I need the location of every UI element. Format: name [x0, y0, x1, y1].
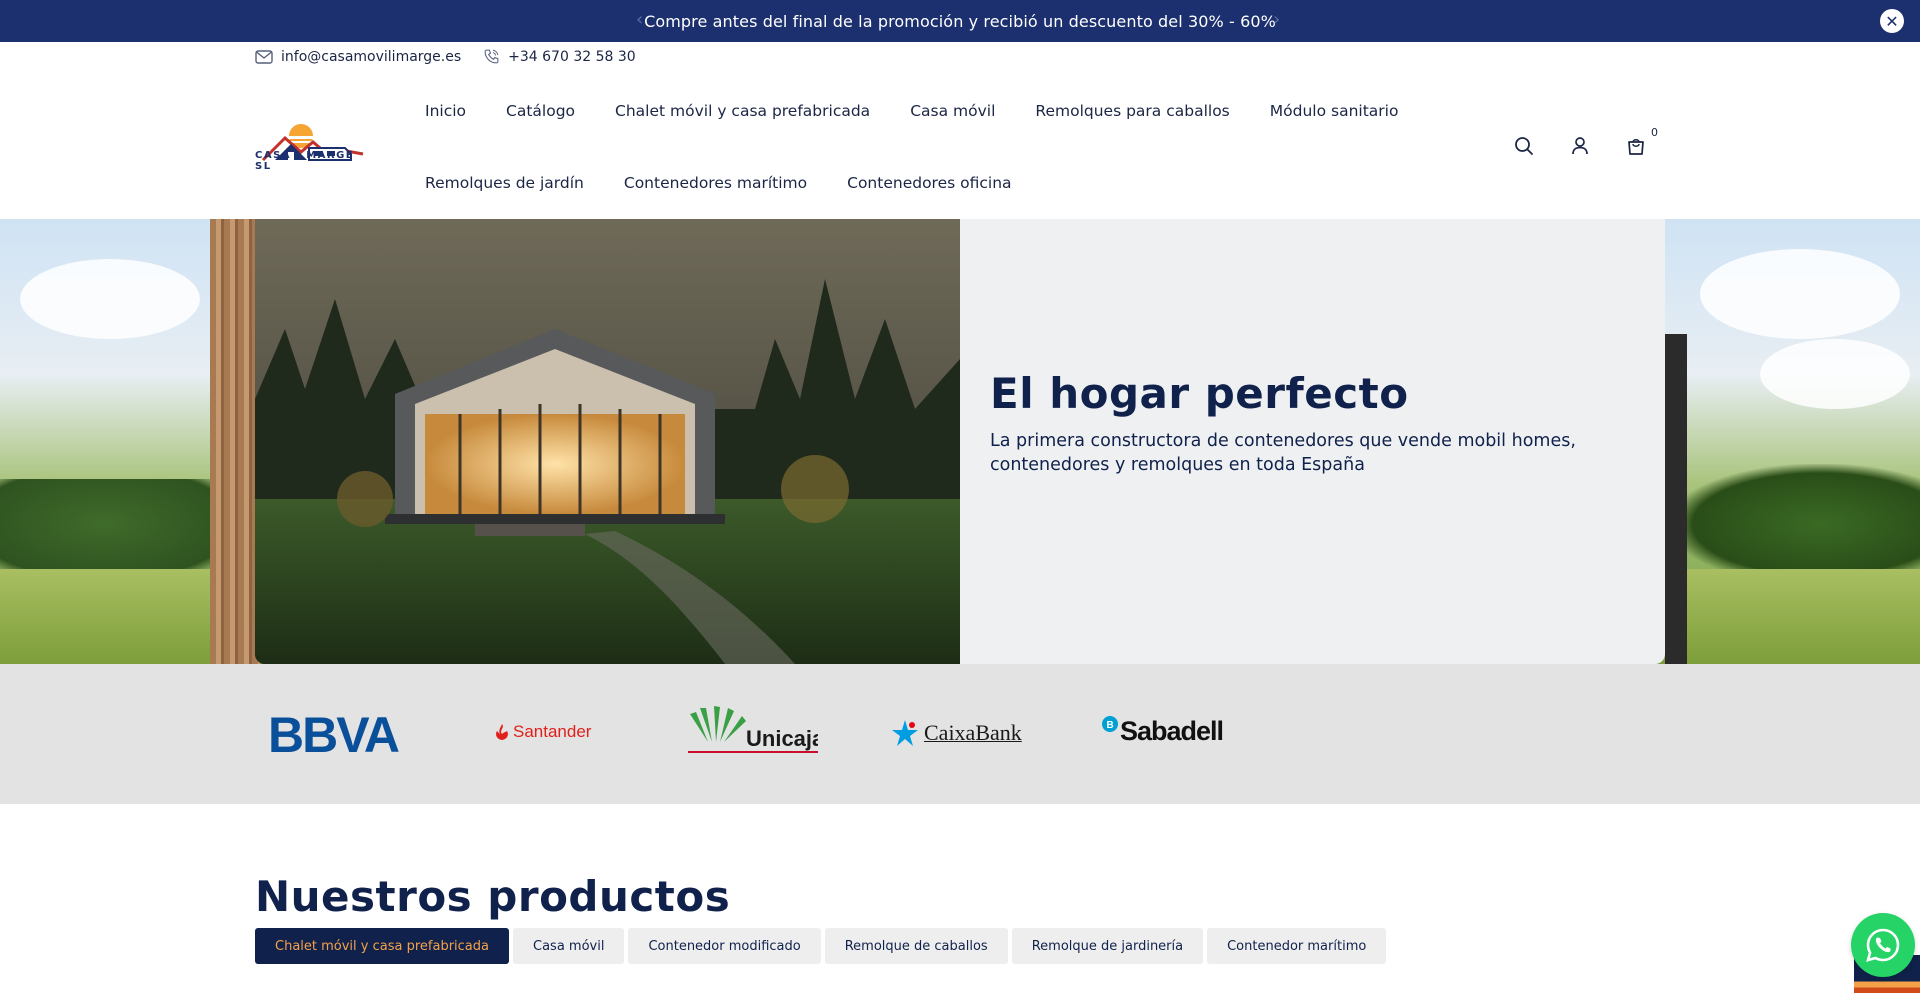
chevron-left-icon[interactable]: ‹: [636, 10, 643, 30]
hero-house-photo: [255, 219, 960, 664]
hero-subtitle: La primera constructora de contenedores …: [990, 431, 1576, 475]
bank-logo-santander: Santander: [494, 722, 591, 742]
email-link[interactable]: info@casamovilimarge.es: [255, 49, 461, 65]
bank-logo-sabadell: B Sabadell: [1102, 716, 1224, 746]
tab-contenedor-maritimo[interactable]: Contenedor marítimo: [1207, 928, 1387, 964]
chevron-right-icon[interactable]: ›: [1273, 10, 1280, 30]
mail-icon: [255, 49, 273, 64]
tab-chalet-movil[interactable]: Chalet móvil y casa prefabricada: [255, 928, 509, 964]
bank-logo-caixabank: CaixaBank: [890, 718, 1022, 748]
product-tabs: Chalet móvil y casa prefabricada Casa mó…: [255, 928, 1387, 964]
wood-slats: [210, 219, 260, 664]
close-icon[interactable]: ✕: [1880, 9, 1904, 33]
nav-remolques-caballos[interactable]: Remolques para caballos: [1035, 102, 1229, 120]
search-icon[interactable]: [1512, 134, 1536, 158]
site-logo[interactable]: CASA I MARGE SL: [255, 120, 367, 176]
logo-text: CASA I MARGE SL: [255, 150, 355, 172]
nav-inicio[interactable]: Inicio: [425, 102, 466, 120]
bank-logo-bbva: BBVA: [268, 707, 408, 763]
tab-contenedor-modificado[interactable]: Contenedor modificado: [628, 928, 821, 964]
nav-chalet-movil[interactable]: Chalet móvil y casa prefabricada: [615, 102, 870, 120]
tab-remolque-jardineria[interactable]: Remolque de jardinería: [1011, 928, 1204, 964]
cart-count-badge: 0: [1651, 126, 1658, 139]
tab-casa-movil[interactable]: Casa móvil: [513, 928, 625, 964]
nav-catalogo[interactable]: Catálogo: [506, 102, 575, 120]
contact-bar: info@casamovilimarge.es +34 670 32 58 30: [255, 48, 636, 65]
announcement-message: Compre antes del final de la promoción y…: [644, 11, 1276, 31]
santander-text: Santander: [513, 722, 592, 741]
phone-link[interactable]: +34 670 32 58 30: [483, 48, 636, 65]
sabadell-b-icon: B: [1102, 716, 1118, 732]
svg-text:BBVA: BBVA: [268, 712, 399, 756]
cart-icon[interactable]: 0: [1624, 126, 1658, 158]
whatsapp-button[interactable]: [1851, 913, 1915, 977]
phone-text: +34 670 32 58 30: [508, 48, 636, 65]
user-icon[interactable]: [1568, 134, 1592, 158]
star-icon: [892, 720, 918, 746]
phone-icon: [484, 49, 499, 64]
background-grass: [1660, 569, 1920, 664]
nav-casa-movil[interactable]: Casa móvil: [910, 102, 995, 120]
svg-text:Unicaja: Unicaja: [746, 726, 818, 751]
email-text: info@casamovilimarge.es: [281, 48, 462, 65]
svg-text:B: B: [1107, 720, 1114, 731]
bank-logos-strip: BBVA Santander Unicaja CaixaBank B Sabad…: [0, 664, 1920, 804]
hero-banner: El hogar perfecto La primera constructor…: [0, 219, 1920, 664]
header-icons: 0: [1512, 126, 1658, 158]
hero-text-panel: El hogar perfecto La primera constructor…: [960, 219, 1665, 664]
nav-modulo-sanitario[interactable]: Módulo sanitario: [1270, 102, 1399, 120]
products-title: Nuestros productos: [255, 872, 731, 921]
dark-post: [1665, 334, 1687, 664]
tab-remolque-caballos[interactable]: Remolque de caballos: [824, 928, 1008, 964]
nav-remolques-jardin[interactable]: Remolques de jardín: [425, 174, 584, 192]
background-trees: [1670, 464, 1920, 584]
whatsapp-icon: [1866, 928, 1900, 962]
caixabank-text: CaixaBank: [924, 720, 1022, 745]
sabadell-text: Sabadell: [1120, 716, 1224, 746]
bank-logo-unicaja: Unicaja: [688, 706, 825, 760]
announcement-bar: ‹ Compre antes del final de la promoción…: [0, 0, 1920, 42]
nav-contenedores-maritimo[interactable]: Contenedores marítimo: [624, 174, 807, 192]
nav-contenedores-oficina[interactable]: Contenedores oficina: [847, 174, 1011, 192]
hero-title: El hogar perfecto: [990, 369, 1409, 418]
flame-icon: [496, 724, 508, 740]
